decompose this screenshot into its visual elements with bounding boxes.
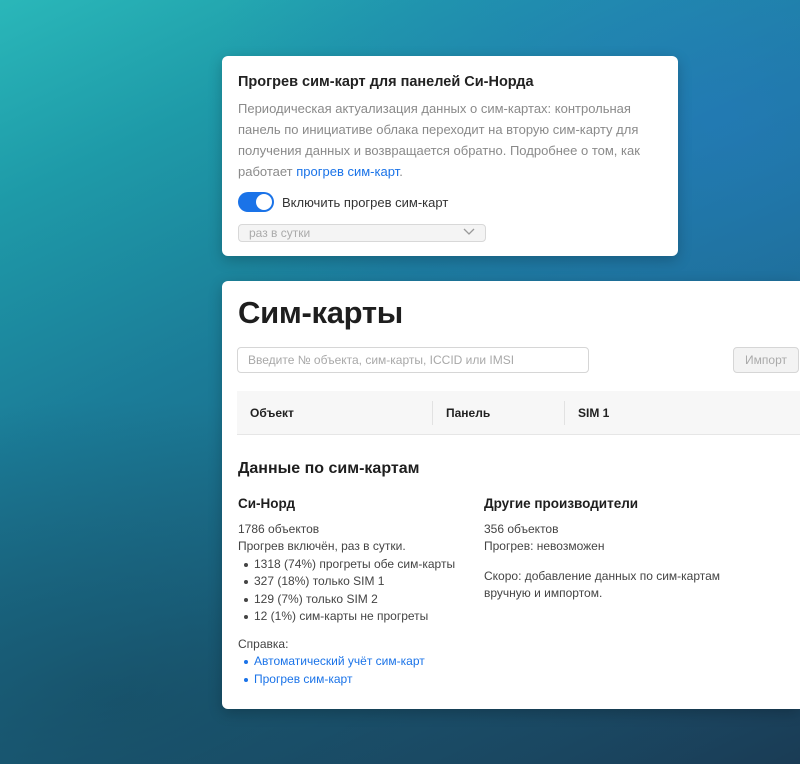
column-header-sim1[interactable]: SIM 1 bbox=[578, 391, 609, 435]
other-note: Скоро: добавление данных по сим-картам в… bbox=[484, 568, 721, 601]
warmup-toggle[interactable] bbox=[238, 192, 274, 212]
help-links: Автоматический учёт сим-карт Прогрев сим… bbox=[238, 653, 468, 688]
chevron-down-icon bbox=[463, 227, 475, 239]
column-divider[interactable] bbox=[432, 401, 433, 425]
other-objects: 356 объектов bbox=[484, 521, 559, 536]
sim-warmup-link[interactable]: Прогрев сим-карт bbox=[254, 672, 352, 686]
list-item: 12 (1%) сим-карты не прогреты bbox=[244, 608, 468, 626]
page-title: Сим-карты bbox=[238, 295, 403, 330]
list-item: 1318 (74%) прогреты обе сим-карты bbox=[244, 556, 468, 574]
sim-warmup-title: Прогрев сим-карт для панелей Си-Норда bbox=[238, 74, 534, 90]
list-item: 129 (7%) только SIM 2 bbox=[244, 591, 468, 609]
list-item: Прогрев сим-карт bbox=[244, 671, 468, 689]
list-item: 327 (18%) только SIM 1 bbox=[244, 573, 468, 591]
sim-warmup-description: Периодическая актуализация данных о сим-… bbox=[238, 98, 662, 182]
other-vendors-stats: Другие производители 356 объектов Прогре… bbox=[484, 495, 734, 603]
sinord-status: Прогрев включён, раз в сутки. bbox=[238, 539, 406, 553]
sim-cards-panel: Сим-карты Импорт Объект Панель SIM 1 Дан… bbox=[222, 281, 800, 709]
table-header: Объект Панель SIM 1 bbox=[237, 391, 800, 435]
frequency-select[interactable]: раз в сутки bbox=[238, 224, 486, 242]
sinord-stats: Си-Норд 1786 объектов Прогрев включён, р… bbox=[238, 495, 468, 688]
column-header-panel[interactable]: Панель bbox=[446, 391, 490, 435]
warmup-toggle-row[interactable]: Включить прогрев сим-карт bbox=[238, 192, 662, 212]
sim-warmup-card: Прогрев сим-карт для панелей Си-Норда Пе… bbox=[222, 56, 678, 256]
description-end: . bbox=[399, 164, 403, 179]
import-button[interactable]: Импорт bbox=[733, 347, 799, 373]
sinord-title: Си-Норд bbox=[238, 496, 296, 511]
column-divider[interactable] bbox=[564, 401, 565, 425]
sinord-breakdown: 1318 (74%) прогреты обе сим-карты 327 (1… bbox=[238, 556, 468, 626]
stats-title: Данные по сим-картам bbox=[238, 460, 420, 477]
warmup-toggle-label: Включить прогрев сим-карт bbox=[282, 194, 449, 210]
other-vendors-title: Другие производители bbox=[484, 496, 639, 511]
list-item: Автоматический учёт сим-карт bbox=[244, 653, 468, 671]
search-input[interactable] bbox=[237, 347, 589, 373]
help-label: Справка: bbox=[238, 636, 289, 651]
sinord-objects: 1786 объектов bbox=[238, 521, 320, 536]
frequency-value: раз в сутки bbox=[249, 226, 311, 240]
warmup-info-link[interactable]: прогрев сим-карт bbox=[296, 164, 399, 179]
auto-accounting-link[interactable]: Автоматический учёт сим-карт bbox=[254, 654, 425, 668]
other-status: Прогрев: невозможен bbox=[484, 539, 605, 553]
column-header-object[interactable]: Объект bbox=[250, 391, 294, 435]
